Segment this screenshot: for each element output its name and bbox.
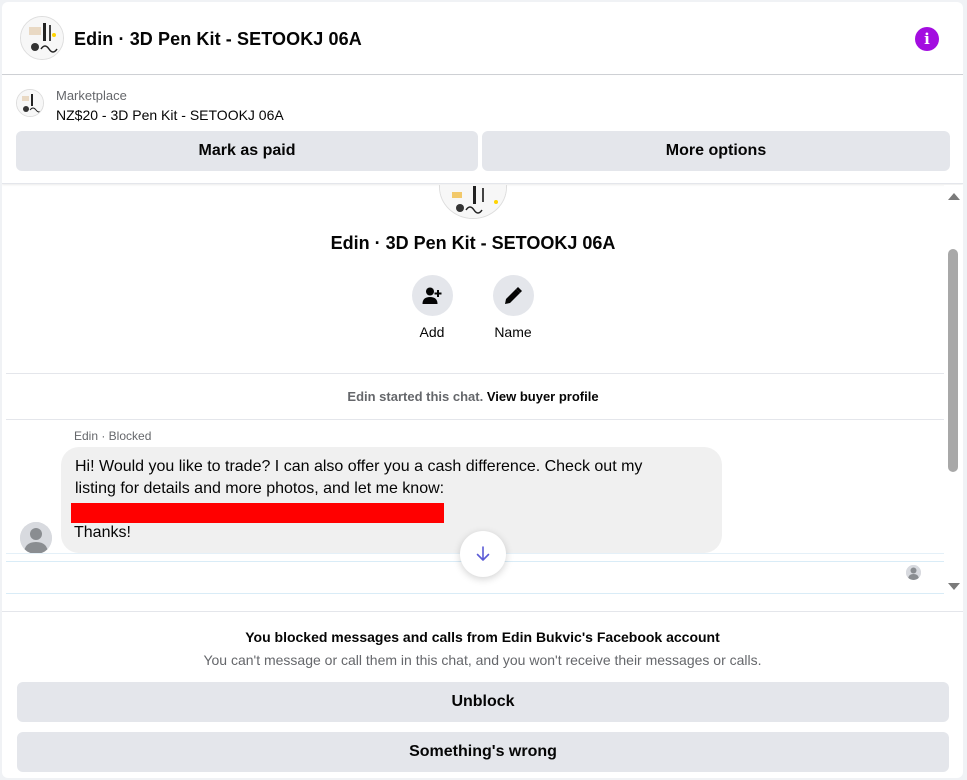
add-person-icon <box>411 275 453 316</box>
conversation-scrollbar[interactable] <box>944 185 963 610</box>
scroll-up-arrow-icon[interactable] <box>948 193 960 200</box>
blocked-title: You blocked messages and calls from Edin… <box>245 629 720 645</box>
marketplace-item-title[interactable]: NZ$20 - 3D Pen Kit - SETOOKJ 06A <box>56 107 284 123</box>
chat-started-notice: Edin started this chat. View buyer profi… <box>2 389 944 404</box>
add-label: Add <box>419 324 445 340</box>
scroll-down-arrow-icon[interactable] <box>948 583 960 590</box>
divider <box>6 593 944 594</box>
sender-name: Edin · Blocked <box>74 429 152 443</box>
info-icon[interactable]: i <box>915 27 939 51</box>
edit-name-button[interactable]: Name <box>483 275 543 340</box>
chat-window: Edin · 3D Pen Kit - SETOOKJ 06A i Market… <box>2 2 963 778</box>
conversation-area[interactable]: Edin · 3D Pen Kit - SETOOKJ 06A Add Name <box>2 185 944 610</box>
seen-avatar <box>906 565 921 580</box>
add-person-button[interactable]: Add <box>402 275 462 340</box>
message-text-thanks: Thanks! <box>74 524 131 541</box>
marketplace-item-thumbnail[interactable] <box>16 89 44 117</box>
redacted-link <box>71 503 444 523</box>
blocked-footer: You blocked messages and calls from Edin… <box>2 611 963 778</box>
message-text-line2: listing for details and more photos, and… <box>75 480 445 497</box>
divider <box>6 373 944 374</box>
divider <box>6 419 944 420</box>
marketplace-label: Marketplace <box>56 88 127 103</box>
conversation-title: Edin · 3D Pen Kit - SETOOKJ 06A <box>330 233 616 253</box>
view-buyer-profile-link[interactable]: View buyer profile <box>487 389 599 404</box>
name-label: Name <box>494 324 532 340</box>
message-text-line1: Hi! Would you like to trade? I can also … <box>75 458 643 475</box>
scroll-to-bottom-button[interactable] <box>460 531 506 577</box>
info-symbol: i <box>924 30 930 48</box>
chat-header: Edin · 3D Pen Kit - SETOOKJ 06A i <box>2 2 963 75</box>
marketplace-banner: Marketplace NZ$20 - 3D Pen Kit - SETOOKJ… <box>2 76 963 184</box>
more-options-button[interactable]: More options <box>482 131 950 171</box>
chat-title: Edin · 3D Pen Kit - SETOOKJ 06A <box>74 29 362 49</box>
somethings-wrong-button[interactable]: Something's wrong <box>17 732 949 772</box>
unblock-button[interactable]: Unblock <box>17 682 949 722</box>
sender-avatar[interactable] <box>20 522 52 554</box>
pencil-icon <box>492 275 534 316</box>
conversation-avatar <box>439 185 507 219</box>
arrow-down-icon <box>476 546 490 561</box>
message-bubble[interactable]: Hi! Would you like to trade? I can also … <box>61 447 722 553</box>
blocked-subtitle: You can't message or call them in this c… <box>203 652 762 668</box>
listing-thumbnail[interactable] <box>20 16 64 60</box>
scrollbar-thumb[interactable] <box>948 249 958 472</box>
chat-started-text: Edin started this chat. <box>347 389 484 404</box>
mark-as-paid-button[interactable]: Mark as paid <box>16 131 478 171</box>
